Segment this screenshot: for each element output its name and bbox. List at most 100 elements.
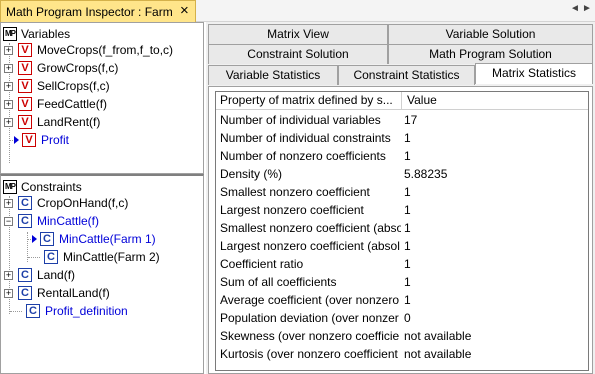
table-row[interactable]: Average coefficient (over nonzero 1	[216, 291, 588, 309]
table-row[interactable]: Kurtosis (over nonzero coefficient not av…	[216, 345, 588, 363]
tab-math-program-solution[interactable]: Math Program Solution	[388, 44, 593, 64]
scroll-left-icon[interactable]: ◄	[570, 3, 580, 14]
constraint-node[interactable]: C Profit_definition	[10, 303, 128, 319]
property-cell: Smallest nonzero coefficient (abso	[220, 221, 401, 235]
variables-tree[interactable]: MP Variables + V MoveCrops(f_from,f_to,c…	[0, 22, 204, 174]
constraint-label: Land(f)	[37, 268, 76, 282]
inspector-panel: Matrix View Variable Solution Constraint…	[206, 22, 595, 374]
variable-icon: V	[18, 43, 32, 57]
pointer-arrow-icon	[14, 136, 19, 144]
scroll-right-icon[interactable]: ►	[582, 3, 592, 14]
table-row[interactable]: Smallest nonzero coefficient (abso 1	[216, 219, 588, 237]
property-cell: Skewness (over nonzero coefficie	[220, 329, 400, 343]
matrix-statistics-grid[interactable]: Property of matrix defined by s... Value…	[215, 91, 589, 371]
variable-node[interactable]: + V LandRent(f)	[4, 114, 100, 130]
window-title: Math Program Inspector : Farm	[6, 5, 173, 19]
tab-constraint-statistics[interactable]: Constraint Statistics	[338, 65, 475, 85]
constraint-icon: C	[18, 196, 32, 210]
expand-icon[interactable]: +	[4, 63, 13, 73]
property-cell: Sum of all coefficients	[220, 275, 337, 289]
variable-label: Profit	[41, 133, 70, 147]
property-cell: Number of individual constraints	[220, 131, 391, 145]
constraint-node[interactable]: + C RentalLand(f)	[4, 285, 110, 301]
value-cell: 1	[404, 185, 411, 199]
constraint-label: MinCattle(Farm 1)	[59, 232, 156, 246]
variable-icon: V	[18, 79, 32, 93]
variable-label: SellCrops(f,c)	[37, 79, 110, 93]
title-bar: Math Program Inspector : Farm × ◄ ►	[0, 0, 595, 22]
table-row[interactable]: Number of individual variables 17	[216, 111, 588, 129]
constraints-header: MP Constraints	[3, 179, 82, 195]
constraint-icon: C	[26, 304, 40, 318]
expand-icon[interactable]: +	[4, 99, 13, 109]
tree-branch	[10, 310, 22, 312]
expand-icon[interactable]: +	[4, 45, 13, 55]
variables-header: MP Variables	[3, 26, 70, 42]
close-icon[interactable]: ×	[180, 3, 189, 19]
value-cell: 1	[404, 149, 411, 163]
variable-icon: V	[18, 61, 32, 75]
table-row[interactable]: Smallest nonzero coefficient 1	[216, 183, 588, 201]
variable-node[interactable]: + V MoveCrops(f_from,f_to,c)	[4, 42, 173, 58]
expand-icon[interactable]: +	[4, 198, 13, 208]
property-column-header[interactable]: Property of matrix defined by s...	[216, 92, 402, 110]
tab-content: Property of matrix defined by s... Value…	[208, 86, 593, 374]
constraint-label: Profit_definition	[45, 304, 128, 318]
constraints-tree[interactable]: MP Constraints + C CropOnHand(f,c) − C M…	[0, 174, 204, 374]
constraint-label: MinCattle(f)	[37, 214, 100, 228]
constraint-node-expanded[interactable]: − C MinCattle(f)	[4, 213, 99, 229]
document-tab[interactable]: Math Program Inspector : Farm ×	[0, 0, 196, 22]
value-cell: 1	[404, 293, 411, 307]
tree-branch	[28, 238, 31, 240]
property-cell: Population deviation (over nonzer	[220, 311, 399, 325]
table-row[interactable]: Sum of all coefficients 1	[216, 273, 588, 291]
variable-label: FeedCattle(f)	[37, 97, 108, 111]
variable-node-selected[interactable]: V Profit	[10, 132, 69, 148]
constraint-node[interactable]: C MinCattle(Farm 2)	[28, 249, 160, 265]
table-row[interactable]: Population deviation (over nonzer 0	[216, 309, 588, 327]
constraint-label: CropOnHand(f,c)	[37, 196, 129, 210]
constraint-icon: C	[40, 232, 54, 246]
value-cell: 1	[404, 275, 411, 289]
property-cell: Density (%)	[220, 167, 283, 181]
constraint-icon: C	[18, 214, 32, 228]
table-row[interactable]: Largest nonzero coefficient 1	[216, 201, 588, 219]
value-cell: not available	[404, 329, 472, 343]
table-row[interactable]: Number of individual constraints 1	[216, 129, 588, 147]
expand-icon[interactable]: +	[4, 117, 13, 127]
tab-variable-statistics[interactable]: Variable Statistics	[208, 65, 338, 85]
expand-icon[interactable]: +	[4, 288, 13, 298]
tab-matrix-view[interactable]: Matrix View	[208, 24, 388, 44]
constraint-icon: C	[18, 286, 32, 300]
variable-node[interactable]: + V SellCrops(f,c)	[4, 78, 110, 94]
table-row[interactable]: Density (%) 5.88235	[216, 165, 588, 183]
tab-matrix-statistics[interactable]: Matrix Statistics	[475, 63, 593, 84]
tab-constraint-solution[interactable]: Constraint Solution	[208, 44, 388, 64]
variable-node[interactable]: + V GrowCrops(f,c)	[4, 60, 118, 76]
property-cell: Largest nonzero coefficient	[220, 203, 364, 217]
variable-node[interactable]: + V FeedCattle(f)	[4, 96, 107, 112]
variables-header-label: Variables	[21, 27, 71, 41]
value-cell: 1	[404, 203, 411, 217]
constraint-node[interactable]: + C Land(f)	[4, 267, 75, 283]
variable-icon: V	[18, 97, 32, 111]
constraint-label: MinCattle(Farm 2)	[63, 250, 160, 264]
constraint-node[interactable]: + C CropOnHand(f,c)	[4, 195, 128, 211]
expand-icon[interactable]: +	[4, 270, 13, 280]
table-row[interactable]: Skewness (over nonzero coefficie not avai…	[216, 327, 588, 345]
table-row[interactable]: Number of nonzero coefficients 1	[216, 147, 588, 165]
table-row[interactable]: Largest nonzero coefficient (absol 1	[216, 237, 588, 255]
value-cell: 5.88235	[404, 167, 448, 181]
table-row[interactable]: Coefficient ratio 1	[216, 255, 588, 273]
math-program-icon: MP	[3, 27, 17, 41]
tab-variable-solution[interactable]: Variable Solution	[388, 24, 593, 44]
variable-icon: V	[18, 115, 32, 129]
value-column-header[interactable]: Value	[402, 92, 588, 110]
constraint-node-selected[interactable]: C MinCattle(Farm 1)	[28, 231, 156, 247]
tree-branch	[10, 139, 13, 141]
variable-label: MoveCrops(f_from,f_to,c)	[37, 43, 174, 57]
property-cell: Kurtosis (over nonzero coefficient	[220, 347, 398, 361]
property-cell: Coefficient ratio	[220, 257, 304, 271]
collapse-icon[interactable]: −	[4, 216, 13, 226]
expand-icon[interactable]: +	[4, 81, 13, 91]
